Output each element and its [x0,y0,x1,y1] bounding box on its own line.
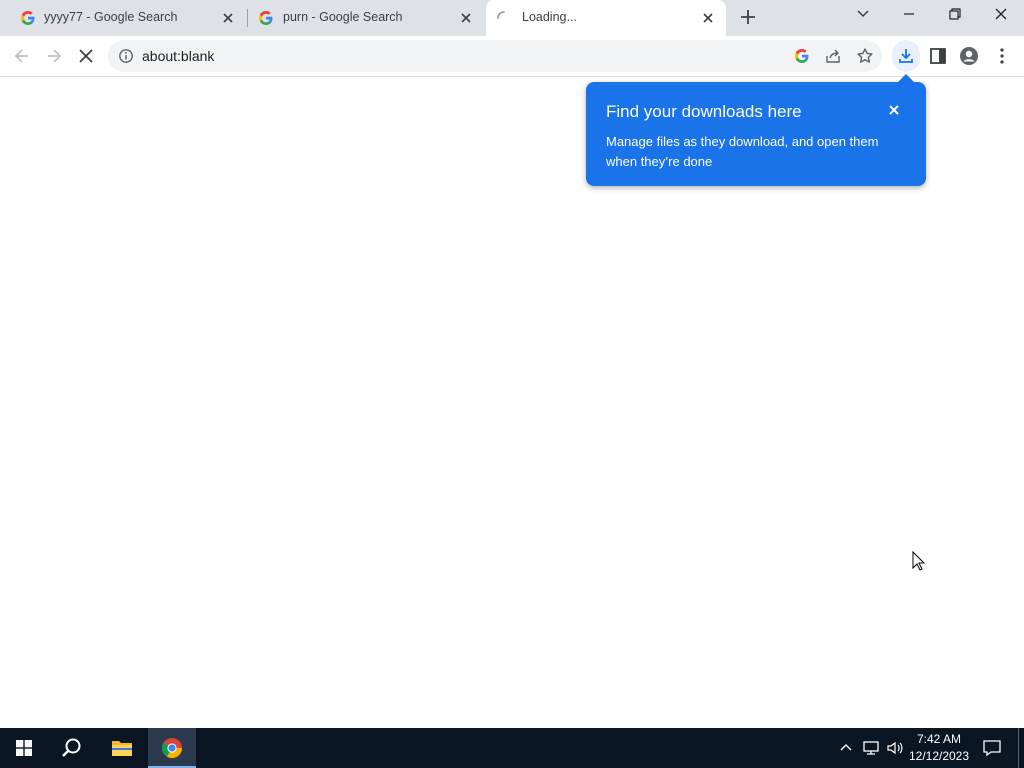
info-icon[interactable] [118,48,134,64]
notification-center-icon[interactable] [982,738,1002,758]
address-bar-url: about:blank [142,48,215,64]
restore-icon[interactable] [941,4,969,24]
show-desktop-button[interactable] [1018,728,1024,768]
file-explorer-button[interactable] [98,728,146,768]
bubble-close-icon[interactable] [886,102,902,118]
chrome-icon [161,738,183,759]
stop-loading-icon[interactable] [76,46,96,66]
taskbar-clock[interactable]: 7:42 AM 12/12/2023 [906,731,972,765]
tab-title: Loading... [522,10,577,24]
profile-avatar-icon[interactable] [959,46,979,66]
clock-date: 12/12/2023 [908,749,970,763]
chrome-taskbar-button[interactable] [148,728,196,768]
clock-time: 7:42 AM [916,732,962,746]
tab-strip: yyyy77 - Google Search purn - Google Sea… [0,0,1024,36]
tab-title: purn - Google Search [283,10,403,24]
tab-title: yyyy77 - Google Search [44,10,178,24]
browser-toolbar: about:blank [0,36,1024,77]
more-menu-icon[interactable] [992,46,1012,66]
tab-close-icon[interactable] [458,10,474,26]
close-window-icon[interactable] [987,4,1015,24]
bubble-body: Manage files as they download, and open … [606,134,879,169]
forward-icon[interactable] [44,46,64,66]
bookmark-star-icon[interactable] [856,47,874,65]
mouse-cursor-icon [912,551,926,571]
address-bar[interactable]: about:blank [108,40,882,72]
google-g-icon [259,11,273,25]
tab-search-chevron-icon[interactable] [849,4,877,24]
search-icon [62,738,81,757]
minimize-icon[interactable] [895,4,923,24]
tab-purn[interactable]: purn - Google Search [248,0,484,36]
volume-icon[interactable] [885,738,905,758]
google-lens-g-icon[interactable] [794,48,810,64]
tab-yyyy77[interactable]: yyyy77 - Google Search [0,0,246,36]
windows-taskbar: 7:42 AM 12/12/2023 [0,728,1024,768]
tab-close-icon[interactable] [700,10,716,26]
network-icon[interactable] [861,738,881,758]
tab-close-icon[interactable] [220,10,236,26]
side-panel-icon[interactable] [928,46,948,66]
new-tab-icon[interactable] [738,7,758,27]
downloads-button[interactable] [892,40,920,72]
folder-icon [112,741,132,756]
bubble-title: Find your downloads here [606,102,802,121]
search-button[interactable] [48,728,96,768]
back-icon[interactable] [12,46,32,66]
google-g-icon [21,11,35,25]
downloads-promo-bubble: Find your downloads here Manage files as… [586,74,926,186]
share-icon[interactable] [824,47,842,65]
loading-spinner-icon [497,11,505,19]
download-icon [899,49,913,63]
show-hidden-icons-chevron-icon[interactable] [836,738,856,758]
tab-loading[interactable]: Loading... [486,0,726,36]
windows-logo-icon [16,740,32,756]
start-button[interactable] [0,728,48,768]
bubble-arrow [898,74,914,82]
